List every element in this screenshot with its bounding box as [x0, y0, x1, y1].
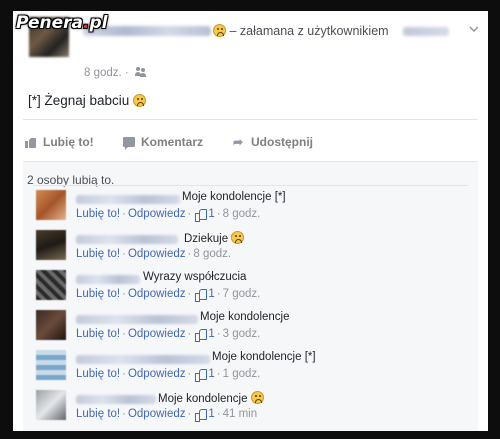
commenter-name-blurred[interactable]	[76, 275, 140, 284]
comment-like-count[interactable]: 1	[208, 368, 214, 380]
tagged-user-blurred[interactable]	[403, 27, 449, 36]
comment-item: Moje kondolencje Lubię to! · Odpowiedz ·…	[23, 387, 478, 427]
comment-like-link[interactable]: Lubię to!	[76, 248, 120, 260]
commenter-avatar[interactable]	[36, 230, 66, 260]
feeling-status: – załamana z użytkownikiem	[213, 24, 389, 38]
comment-meta: Lubię to! · Odpowiedz · 1 · 8 godz.	[76, 208, 261, 222]
comment-meta: Lubię to! · Odpowiedz · 1 · 41 min	[76, 408, 258, 422]
sad-emoji-icon	[231, 231, 245, 244]
comment-meta: Lubię to! · Odpowiedz · 1 · 7 godz.	[76, 288, 261, 302]
divider	[23, 161, 478, 162]
thumbs-up-icon	[25, 137, 37, 148]
post-time-text[interactable]: 8 godz. ·	[84, 67, 129, 79]
like-count-icon[interactable]	[195, 208, 208, 222]
commenter-name-blurred[interactable]	[76, 235, 178, 244]
comment-time[interactable]: 8 godz.	[223, 208, 261, 220]
commenter-name-blurred[interactable]	[76, 395, 156, 404]
comment-time[interactable]: 1 godz.	[223, 368, 261, 380]
like-count-icon[interactable]	[195, 408, 208, 422]
comment-meta: Lubię to! · Odpowiedz · 8 godz.	[76, 248, 232, 260]
commenter-name-blurred[interactable]	[76, 355, 210, 364]
commenter-avatar[interactable]	[36, 310, 66, 340]
comment-time[interactable]: 8 godz.	[193, 248, 231, 260]
comment-item: Moje kondolencje [*] Lubię to! · Odpowie…	[23, 187, 478, 227]
feeling-sad-emoji-icon	[213, 24, 226, 37]
comment-meta: Lubię to! · Odpowiedz · 1 · 3 godz.	[76, 328, 261, 342]
comment-text: Moje kondolencje	[200, 311, 290, 323]
commenter-name-blurred[interactable]	[76, 195, 180, 204]
comment-like-count[interactable]: 1	[208, 288, 214, 300]
commenter-avatar[interactable]	[36, 270, 66, 300]
site-watermark-logo: Penera.pl	[16, 13, 108, 33]
comment-bubble-icon	[123, 137, 135, 150]
comment-reply-link[interactable]: Odpowiedz	[128, 368, 186, 380]
comment-button[interactable]: Komentarz	[123, 135, 204, 150]
like-count-icon[interactable]	[195, 328, 208, 342]
feeling-text: – załamana z użytkownikiem	[229, 24, 389, 38]
comment-reply-link[interactable]: Odpowiedz	[128, 288, 186, 300]
comment-item: Wyrazy współczucia Lubię to! · Odpowiedz…	[23, 267, 478, 307]
comment-like-link[interactable]: Lubię to!	[76, 288, 120, 300]
like-button[interactable]: Lubię to!	[25, 135, 94, 149]
share-label: Udostępnij	[251, 135, 313, 149]
comment-like-count[interactable]: 1	[208, 408, 214, 420]
post-timestamp[interactable]: 8 godz. ·	[84, 67, 147, 79]
comment-text-wrapper: Dziekuje	[184, 231, 245, 245]
comment-text: Dziekuje	[184, 233, 229, 245]
post-actions-bar: Lubię to! Komentarz ➦ Udostępnij	[13, 123, 488, 161]
comment-time[interactable]: 7 godz.	[223, 288, 261, 300]
comment-reply-link[interactable]: Odpowiedz	[128, 248, 186, 260]
commenter-avatar[interactable]	[36, 190, 66, 220]
share-button[interactable]: ➦ Udostępnij	[233, 135, 313, 149]
comment-reply-link[interactable]: Odpowiedz	[128, 208, 186, 220]
like-count-icon[interactable]	[195, 368, 208, 382]
comment-time[interactable]: 3 godz.	[223, 328, 261, 340]
comment-text: Moje kondolencje [*]	[212, 351, 316, 363]
divider	[23, 119, 478, 120]
share-arrow-icon: ➦	[233, 135, 244, 149]
sad-emoji-icon	[250, 391, 264, 404]
sad-emoji-icon	[133, 94, 147, 107]
comment-like-link[interactable]: Lubię to!	[76, 208, 120, 220]
comment-like-count[interactable]: 1	[208, 208, 214, 220]
comment-like-link[interactable]: Lubię to!	[76, 368, 120, 380]
comment-reply-link[interactable]: Odpowiedz	[128, 408, 186, 420]
comment-meta: Lubię to! · Odpowiedz · 1 · 1 godz.	[76, 368, 261, 382]
friends-audience-icon[interactable]	[134, 67, 147, 77]
comment-text: Moje kondolencje [*]	[182, 191, 286, 203]
comment-label: Komentarz	[141, 135, 204, 149]
comment-text: Moje kondolencje	[158, 393, 248, 405]
comment-item: Moje kondolencje Lubię to! · Odpowiedz ·…	[23, 307, 478, 347]
commenter-avatar[interactable]	[36, 390, 66, 420]
comment-reply-link[interactable]: Odpowiedz	[128, 328, 186, 340]
commenter-name-blurred[interactable]	[76, 315, 198, 324]
post-content-text: [*] Żegnaj babciu	[28, 93, 130, 108]
comment-like-link[interactable]: Lubię to!	[76, 408, 120, 420]
comment-like-link[interactable]: Lubię to!	[76, 328, 120, 340]
comment-time[interactable]: 41 min	[223, 408, 258, 420]
like-count-icon[interactable]	[195, 288, 208, 302]
comment-text-wrapper: Moje kondolencje	[158, 391, 264, 405]
comment-text: Wyrazy współczucia	[143, 271, 247, 283]
comment-item: Moje kondolencje [*] Lubię to! · Odpowie…	[23, 347, 478, 387]
divider	[33, 185, 468, 186]
commenter-avatar[interactable]	[36, 350, 66, 380]
comment-item: Dziekuje Lubię to! · Odpowiedz · 8 godz.	[23, 227, 478, 267]
chevron-down-icon[interactable]	[468, 23, 482, 37]
post-content: [*] Żegnaj babciu	[28, 93, 147, 108]
comment-like-count[interactable]: 1	[208, 328, 214, 340]
facebook-post-card: – załamana z użytkownikiem 8 godz. · [*]…	[13, 11, 488, 431]
like-label: Lubię to!	[43, 135, 94, 149]
